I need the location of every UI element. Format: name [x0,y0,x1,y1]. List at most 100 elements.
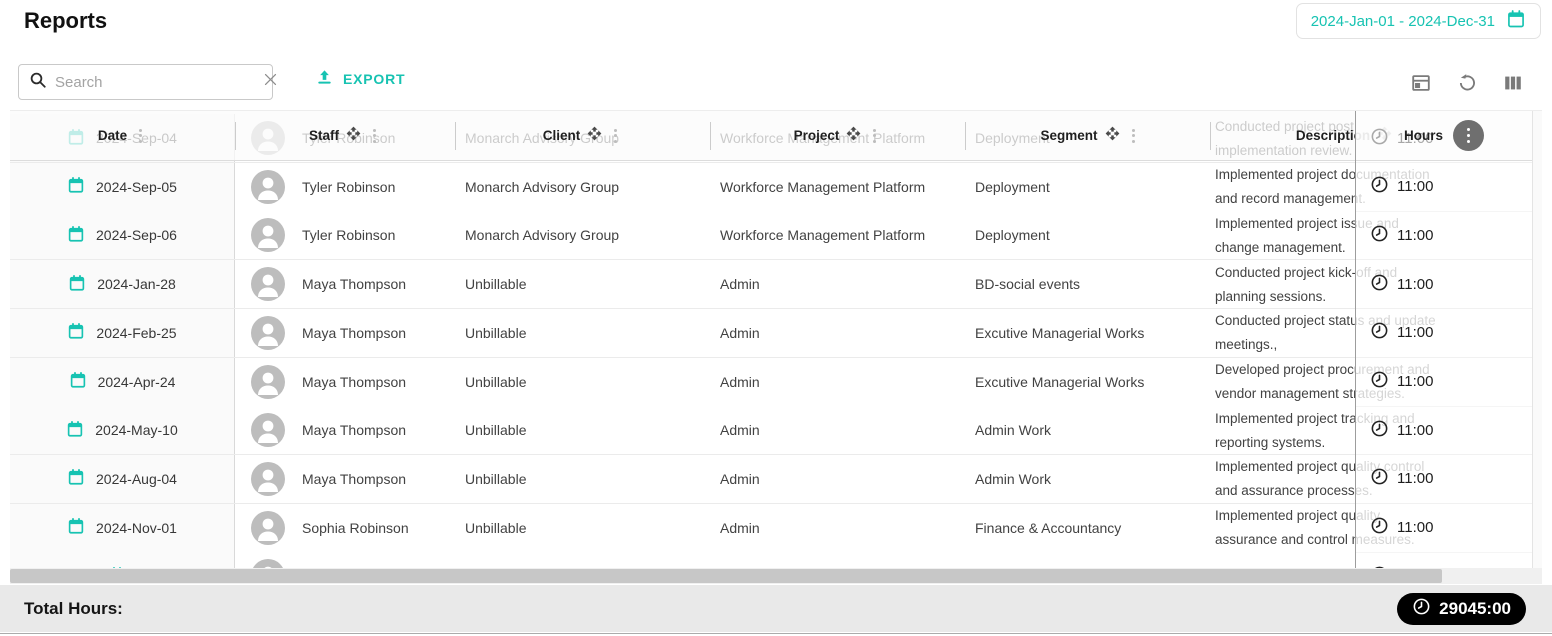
move-column-icon[interactable] [587,126,602,146]
vertical-scrollbar[interactable] [1532,111,1542,568]
cell-staff: Maya Thompson [235,455,455,503]
cell-date: 2024-Apr-24 [10,357,235,406]
clock-icon [1370,224,1389,247]
column-header-project[interactable]: Project [710,111,965,160]
date-range-value: 2024-Jan-01 - 2024-Dec-31 [1310,12,1495,30]
search-input[interactable] [55,73,254,91]
search-icon [29,71,47,94]
cell-date: 2024-Jan-28 [10,260,235,309]
hours-value: 11:00 [1397,275,1434,293]
cell-project: Workforce Management Platform [720,178,926,195]
table-row[interactable]: 2024-Sep-05 Tyler Robinson Monarch Advisor… [10,162,1542,212]
cell-staff: Tyler Robinson [235,163,455,211]
avatar [251,510,285,545]
column-menu-icon[interactable] [609,125,622,147]
cell-hours: 11:00 [1356,260,1532,310]
hours-menu-button[interactable] [1453,120,1484,151]
cell-staff [235,552,455,568]
cell-hours: 11:00 [1356,211,1532,261]
horizontal-scrollbar[interactable] [10,568,1542,584]
column-label: Project [793,128,840,143]
cell-project: Admin [720,373,760,390]
cell-date: 2024-May-10 [10,406,235,455]
cell-staff: Maya Thompson [235,358,455,406]
cell-client: Unbillable [465,422,527,439]
cell-segment: Finance & Accountancy [975,519,1122,536]
cell-hours: 11:00 [1356,406,1532,456]
cell-segment: Deployment [975,227,1050,244]
table-row[interactable]: 2024-Nov-01 Sophia Robinson Unbillable Admi… [10,503,1542,553]
clock-icon [1370,273,1389,296]
column-menu-icon[interactable] [868,125,881,147]
hours-pinned-column: 11:00 11:00 11:00 11:00 11:00 11:00 11:00 11:00… [1355,111,1532,568]
page-title: Reports [24,8,108,33]
staff-name: Tyler Robinson [302,178,396,195]
cell-project: Admin [720,422,760,439]
move-column-icon[interactable] [346,126,361,146]
hours-value: 11:00 [1397,519,1434,537]
table-row[interactable]: 2024-Apr-24 Maya Thompson Unbillable Admin E… [10,357,1542,407]
cell-client: Unbillable [465,276,527,293]
bottom-divider [0,633,1552,634]
cell-date: 2024-Sep-05 [10,162,235,211]
cell-project [710,552,965,568]
calendar-icon [1506,9,1526,33]
table-viewport: 2024-Sep-04Tyler RobinsonMonarch Advisor… [10,110,1542,568]
table-row[interactable]: 2024-May-10 Maya Thompson Unbillable Admin A… [10,406,1542,456]
table-row[interactable]: Implemented project monitoring and [10,552,1542,568]
column-header-staff[interactable]: Staff [235,111,455,160]
cell-date: 2024-Feb-25 [10,308,235,357]
table-row[interactable]: 2024-Feb-25 Maya Thompson Unbillable Admin E… [10,308,1542,358]
column-menu-icon[interactable] [368,125,381,147]
hours-value: 11:00 [1397,373,1434,390]
column-menu-icon[interactable] [1127,125,1140,147]
horizontal-scrollbar-thumb[interactable] [10,569,1442,583]
refresh-icon[interactable] [1452,68,1482,98]
cell-segment [965,552,1215,568]
table-layout-icon[interactable] [1406,68,1436,98]
cell-client: Monarch Advisory Group [465,178,620,195]
column-header-date[interactable]: Date [10,111,235,160]
date-range-picker[interactable]: 2024-Jan-01 - 2024-Dec-31 [1295,3,1541,39]
cell-date: 2024-Nov-01 [10,503,235,552]
column-label: Client [542,128,581,143]
column-header-segment[interactable]: Segment [965,111,1215,160]
calendar-icon [66,420,84,441]
search-box[interactable] [18,64,277,100]
clock-icon [1370,370,1389,393]
calendar-icon [67,517,85,538]
table-row[interactable]: 2024-Aug-04 Maya Thompson Unbillable Admin A… [10,454,1542,504]
export-button[interactable]: EXPORT [315,68,405,90]
columns-icon[interactable] [1498,68,1528,98]
table-row[interactable]: 2024-Sep-06 Tyler Robinson Monarch Advisor… [10,211,1542,261]
column-menu-icon[interactable] [134,125,147,147]
table-toolbar: EXPORT [10,57,1542,110]
date-value: 2024-Nov-01 [96,519,177,536]
hours-value: 11:00 [1397,226,1434,244]
date-value: 2024-Aug-04 [96,470,177,487]
column-label: Segment [1040,128,1098,143]
cell-client: Unbillable [465,373,527,390]
column-header-client[interactable]: Client [455,111,710,160]
calendar-icon [67,468,85,489]
staff-name: Tyler Robinson [302,227,396,244]
cell-project: Admin [720,470,760,487]
toolbar-right-icons [1406,68,1528,98]
cell-client [455,552,710,568]
cell-staff: Maya Thompson [235,260,455,308]
total-hours-badge: 29045:00 [1397,593,1526,625]
date-value: 2024-Jan-28 [97,276,176,293]
hours-header-label: Hours [1403,128,1443,143]
table-rows: 2024-Sep-04Tyler RobinsonMonarch Advisor… [10,111,1542,568]
clear-search-icon[interactable] [262,71,279,93]
move-column-icon[interactable] [846,126,861,146]
move-column-icon[interactable] [1105,126,1120,146]
header-separator [455,122,456,150]
cell-date: 2024-Sep-06 [10,211,235,260]
hours-value: 11:00 [1397,421,1434,439]
hours-header: Hours [1356,111,1532,161]
avatar [251,315,285,350]
table-header: Date Staff Client Project Segment Description [10,111,1542,161]
calendar-icon [108,566,126,568]
table-row[interactable]: 2024-Jan-28 Maya Thompson Unbillable Admin B… [10,260,1542,310]
